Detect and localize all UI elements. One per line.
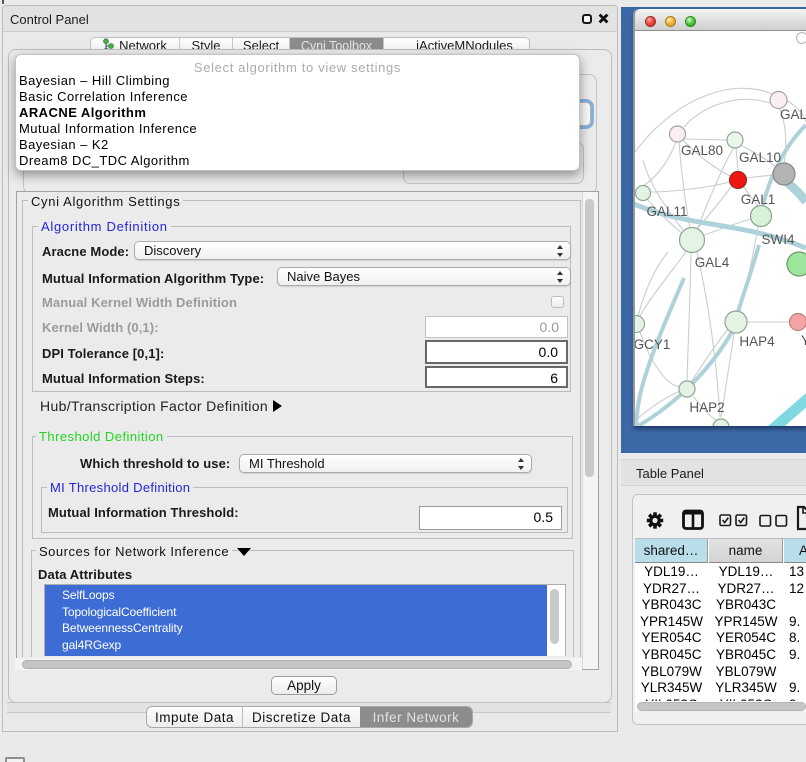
svg-text:GAL10: GAL10 [739,150,781,165]
svg-text:GCY1: GCY1 [635,337,670,352]
svg-text:HAP2: HAP2 [689,400,724,415]
svg-text:SWI4: SWI4 [761,232,794,247]
svg-text:HAP4: HAP4 [739,334,775,349]
svg-text:GAL: GAL [780,107,806,122]
svg-text:GAL4: GAL4 [695,255,730,270]
svg-text:GAL1: GAL1 [741,192,776,207]
svg-text:GAL11: GAL11 [646,204,687,219]
svg-text:GAL80: GAL80 [681,143,723,158]
svg-text:Y: Y [801,333,806,348]
